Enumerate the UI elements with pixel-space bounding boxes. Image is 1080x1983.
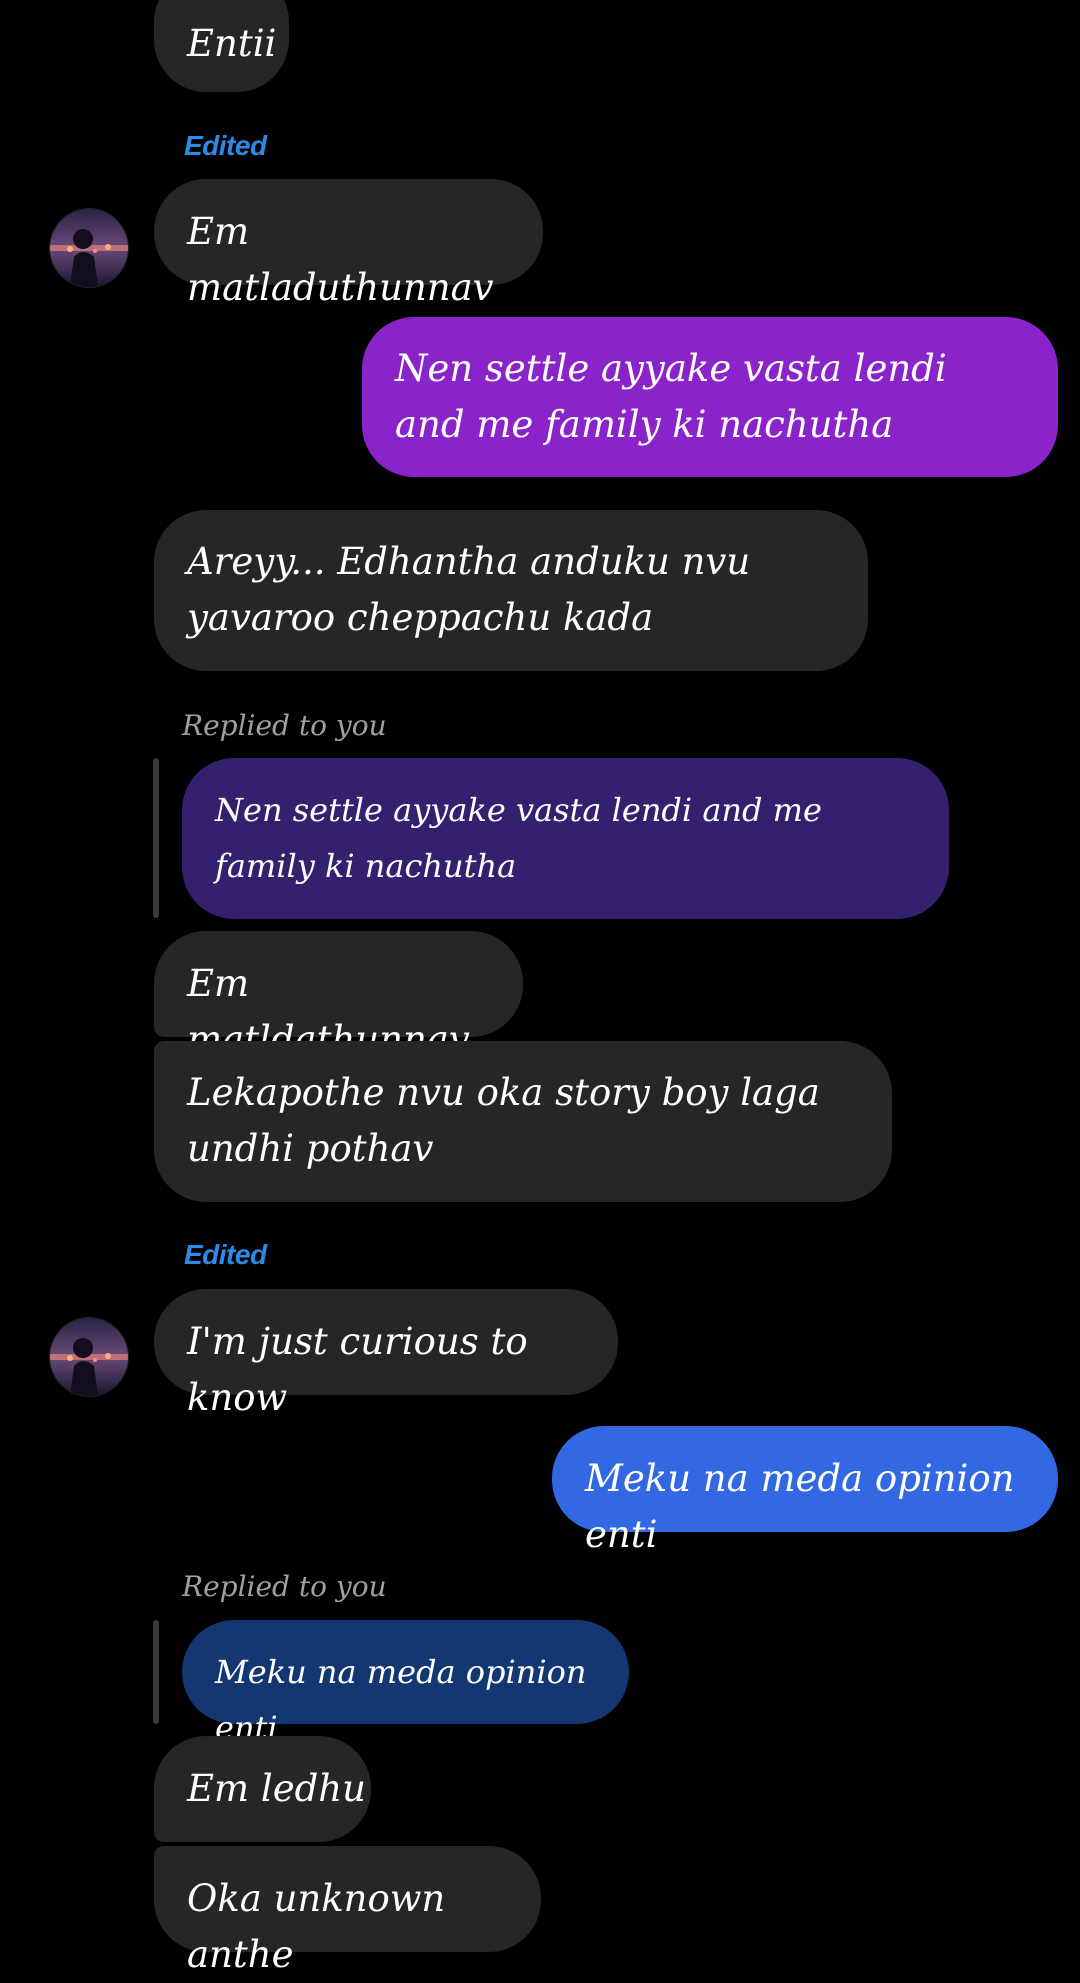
replied-to-you-label: Replied to you bbox=[182, 1570, 387, 1603]
incoming-message[interactable]: Em matldathunnav bbox=[154, 931, 523, 1061]
reply-indicator-bar bbox=[153, 1620, 159, 1724]
edited-label: Edited bbox=[184, 1239, 267, 1270]
incoming-message[interactable]: Em ledhu bbox=[154, 1736, 371, 1842]
edited-label: Edited bbox=[184, 130, 267, 161]
incoming-message[interactable]: Entii bbox=[154, 0, 289, 92]
quoted-message[interactable]: Nen settle ayyake vasta lendi and me fam… bbox=[182, 758, 949, 919]
outgoing-message[interactable]: Nen settle ayyake vasta lendi and me fam… bbox=[362, 317, 1058, 477]
replied-to-you-label: Replied to you bbox=[182, 709, 387, 742]
incoming-message[interactable]: Areyy... Edhantha anduku nvu yavaroo che… bbox=[154, 510, 868, 671]
incoming-message[interactable]: Em matladuthunnav bbox=[154, 179, 543, 309]
outgoing-message[interactable]: Meku na meda opinion enti bbox=[552, 1426, 1058, 1556]
contact-avatar-icon[interactable] bbox=[49, 1317, 129, 1397]
quoted-message[interactable]: Meku na meda opinion enti bbox=[182, 1620, 629, 1747]
incoming-message[interactable]: Oka unknown anthe bbox=[154, 1846, 541, 1976]
reply-indicator-bar bbox=[153, 758, 159, 918]
incoming-message[interactable]: Lekapothe nvu oka story boy laga undhi p… bbox=[154, 1041, 892, 1202]
contact-avatar-icon[interactable] bbox=[49, 208, 129, 288]
incoming-message[interactable]: I'm just curious to know bbox=[154, 1289, 618, 1419]
